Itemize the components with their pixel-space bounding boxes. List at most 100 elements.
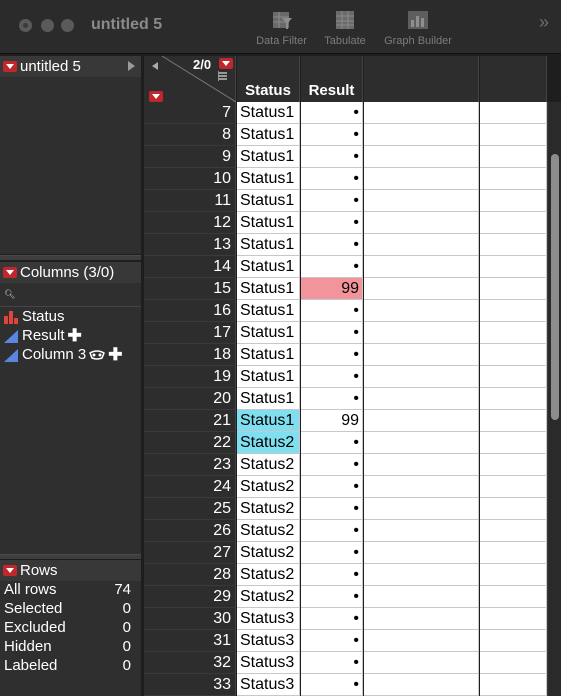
- row-number[interactable]: 27: [144, 542, 236, 564]
- row-number[interactable]: 11: [144, 190, 236, 212]
- status-cell[interactable]: Status1: [237, 212, 300, 234]
- status-cell[interactable]: Status2: [237, 432, 300, 454]
- status-cell[interactable]: Status1: [237, 234, 300, 256]
- empty-cell[interactable]: [364, 344, 479, 366]
- empty-cell[interactable]: [480, 234, 547, 256]
- status-cell[interactable]: Status2: [237, 520, 300, 542]
- columns-corner-menu-icon[interactable]: [219, 58, 233, 69]
- empty-cell[interactable]: [364, 256, 479, 278]
- result-cell[interactable]: •: [301, 344, 363, 366]
- empty-cell[interactable]: [480, 608, 547, 630]
- empty-cell[interactable]: [480, 278, 547, 300]
- status-cell[interactable]: Status1: [237, 300, 300, 322]
- row-number[interactable]: 23: [144, 454, 236, 476]
- row-number[interactable]: 25: [144, 498, 236, 520]
- empty-cell[interactable]: [364, 388, 479, 410]
- empty-cell[interactable]: [480, 322, 547, 344]
- row-number[interactable]: 29: [144, 586, 236, 608]
- empty-cell[interactable]: [364, 124, 479, 146]
- status-cell[interactable]: Status1: [237, 278, 300, 300]
- empty-cell[interactable]: [480, 630, 547, 652]
- scrollbar-thumb[interactable]: [551, 154, 559, 420]
- empty-cell[interactable]: [480, 190, 547, 212]
- result-cell[interactable]: •: [301, 476, 363, 498]
- status-cell[interactable]: Status1: [237, 256, 300, 278]
- row-number[interactable]: 9: [144, 146, 236, 168]
- empty-cell[interactable]: [364, 168, 479, 190]
- status-cell[interactable]: Status2: [237, 454, 300, 476]
- run-script-icon[interactable]: [128, 61, 135, 71]
- empty-cell[interactable]: [364, 300, 479, 322]
- row-number[interactable]: 14: [144, 256, 236, 278]
- result-cell[interactable]: •: [301, 454, 363, 476]
- vertical-scrollbar[interactable]: [547, 102, 561, 696]
- empty-cell[interactable]: [480, 410, 547, 432]
- result-cell[interactable]: •: [301, 630, 363, 652]
- table-menu-icon[interactable]: [3, 61, 17, 72]
- status-cell[interactable]: Status2: [237, 476, 300, 498]
- status-cell[interactable]: Status1: [237, 124, 300, 146]
- formula-plus-icon[interactable]: ✚: [108, 346, 122, 363]
- empty-cell[interactable]: [364, 608, 479, 630]
- rows-stat-line[interactable]: Selected 0: [4, 600, 141, 619]
- row-number[interactable]: 32: [144, 652, 236, 674]
- empty-cell[interactable]: [480, 652, 547, 674]
- empty-cell[interactable]: [480, 454, 547, 476]
- empty-cell[interactable]: [480, 476, 547, 498]
- status-cell[interactable]: Status1: [237, 322, 300, 344]
- empty-cell[interactable]: [364, 454, 479, 476]
- result-cell[interactable]: •: [301, 212, 363, 234]
- zoom-window-button[interactable]: [61, 19, 74, 32]
- empty-cell[interactable]: [364, 542, 479, 564]
- result-cell[interactable]: •: [301, 124, 363, 146]
- result-cell[interactable]: •: [301, 146, 363, 168]
- status-cell[interactable]: Status2: [237, 498, 300, 520]
- row-number[interactable]: 12: [144, 212, 236, 234]
- empty-cell[interactable]: [364, 432, 479, 454]
- result-cell[interactable]: •: [301, 520, 363, 542]
- empty-cell[interactable]: [480, 520, 547, 542]
- empty-cell[interactable]: [364, 652, 479, 674]
- status-cell[interactable]: Status1: [237, 410, 300, 432]
- empty-cell[interactable]: [364, 190, 479, 212]
- column-header-empty[interactable]: [480, 56, 547, 102]
- result-cell[interactable]: •: [301, 586, 363, 608]
- result-cell[interactable]: •: [301, 652, 363, 674]
- empty-cell[interactable]: [480, 146, 547, 168]
- scroll-left-icon[interactable]: [152, 62, 158, 70]
- result-cell[interactable]: •: [301, 388, 363, 410]
- row-number[interactable]: 21: [144, 410, 236, 432]
- empty-cell[interactable]: [480, 564, 547, 586]
- result-cell[interactable]: •: [301, 322, 363, 344]
- hidden-mask-icon[interactable]: [89, 349, 106, 360]
- empty-cell[interactable]: [364, 410, 479, 432]
- row-number[interactable]: 26: [144, 520, 236, 542]
- result-cell[interactable]: •: [301, 102, 363, 124]
- empty-cell[interactable]: [364, 212, 479, 234]
- column-item-result[interactable]: Result ✚: [0, 326, 141, 345]
- rows-stat-line[interactable]: All rows 74: [4, 581, 141, 600]
- row-number[interactable]: 7: [144, 102, 236, 124]
- result-cell[interactable]: •: [301, 256, 363, 278]
- row-number[interactable]: 8: [144, 124, 236, 146]
- empty-cell[interactable]: [480, 498, 547, 520]
- row-number[interactable]: 24: [144, 476, 236, 498]
- row-number[interactable]: 33: [144, 674, 236, 696]
- formula-plus-icon[interactable]: ✚: [68, 327, 82, 344]
- row-number[interactable]: 10: [144, 168, 236, 190]
- empty-cell[interactable]: [480, 212, 547, 234]
- result-cell[interactable]: •: [301, 234, 363, 256]
- empty-cell[interactable]: [364, 586, 479, 608]
- panel-splitter[interactable]: [0, 554, 141, 559]
- column-header-icon[interactable]: [218, 71, 227, 81]
- empty-cell[interactable]: [480, 256, 547, 278]
- empty-cell[interactable]: [364, 322, 479, 344]
- row-number[interactable]: 20: [144, 388, 236, 410]
- row-number[interactable]: 18: [144, 344, 236, 366]
- column-header-status[interactable]: Status: [237, 56, 300, 102]
- status-cell[interactable]: Status3: [237, 652, 300, 674]
- empty-cell[interactable]: [480, 432, 547, 454]
- empty-cell[interactable]: [480, 542, 547, 564]
- row-number[interactable]: 28: [144, 564, 236, 586]
- result-cell[interactable]: •: [301, 168, 363, 190]
